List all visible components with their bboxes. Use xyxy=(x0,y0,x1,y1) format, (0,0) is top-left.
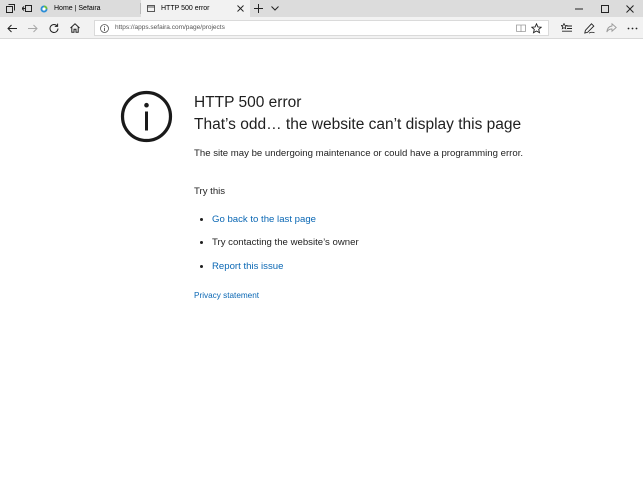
suggestion-item: Go back to the last page xyxy=(200,214,316,225)
maximize-button[interactable] xyxy=(592,0,618,17)
share-icon xyxy=(605,23,617,33)
navigation-bar: https://apps.sefaira.com/page/projects xyxy=(0,17,643,39)
bullet xyxy=(200,265,203,268)
pen-icon xyxy=(583,22,595,34)
minimize-icon xyxy=(575,8,583,9)
tab-sets-icon xyxy=(5,4,15,13)
try-this-label: Try this xyxy=(194,186,226,197)
back-arrow-icon xyxy=(7,24,17,32)
tab-title: HTTP 500 error xyxy=(161,5,210,12)
star-icon[interactable] xyxy=(531,23,542,34)
close-icon xyxy=(626,4,634,13)
more-icon xyxy=(627,27,637,29)
share-button[interactable] xyxy=(602,20,620,36)
home-button[interactable] xyxy=(67,20,83,36)
tab-preview-button[interactable] xyxy=(268,0,282,17)
forward-arrow-icon xyxy=(28,24,38,32)
tab-http-500-error[interactable]: HTTP 500 error xyxy=(141,0,250,17)
close-icon xyxy=(237,5,244,12)
info-circle-icon xyxy=(120,90,173,143)
reading-view-icon[interactable] xyxy=(516,24,526,33)
error-title: That’s odd… the website can’t display th… xyxy=(194,116,522,133)
error-description: The site may be undergoing maintenance o… xyxy=(194,148,524,159)
site-favicon xyxy=(40,5,48,12)
bullet xyxy=(200,218,203,221)
plus-icon xyxy=(254,4,263,13)
close-window-button[interactable] xyxy=(617,0,643,17)
privacy-statement-link[interactable]: Privacy statement xyxy=(194,291,259,300)
go-back-link[interactable]: Go back to the last page xyxy=(212,214,316,225)
new-tab-button[interactable] xyxy=(251,0,266,17)
address-bar[interactable]: https://apps.sefaira.com/page/projects xyxy=(94,20,549,36)
tab-home-sefaira[interactable]: Home | Sefaira xyxy=(36,0,140,17)
close-tab-button[interactable] xyxy=(236,4,245,13)
url-text[interactable]: https://apps.sefaira.com/page/projects xyxy=(115,24,225,31)
bullet xyxy=(200,241,203,244)
forward-button[interactable] xyxy=(25,20,41,36)
refresh-button[interactable] xyxy=(46,20,62,36)
chevron-down-icon xyxy=(271,6,279,11)
error-page: HTTP 500 error That’s odd… the website c… xyxy=(0,40,643,499)
more-button[interactable] xyxy=(623,20,641,36)
minimize-button[interactable] xyxy=(566,0,592,17)
set-aside-tabs-button[interactable] xyxy=(19,0,35,17)
refresh-icon xyxy=(49,23,59,33)
home-icon xyxy=(70,23,80,33)
suggestion-item: Try contacting the website’s owner xyxy=(200,237,359,248)
back-button[interactable] xyxy=(4,20,20,36)
page-icon xyxy=(147,5,155,12)
maximize-icon xyxy=(601,4,609,13)
error-code: HTTP 500 error xyxy=(194,94,302,111)
tab-bar: Home | Sefaira HTTP 500 error xyxy=(0,0,643,17)
favorites-hub-icon xyxy=(560,23,572,32)
site-info-icon[interactable] xyxy=(100,24,109,33)
notes-button[interactable] xyxy=(580,20,598,36)
tab-title: Home | Sefaira xyxy=(54,5,101,12)
report-issue-link[interactable]: Report this issue xyxy=(212,261,283,272)
set-aside-tabs-icon xyxy=(22,5,32,12)
tab-sets-button[interactable] xyxy=(2,0,18,17)
suggestion-item: Report this issue xyxy=(200,261,283,272)
contact-owner-text: Try contacting the website’s owner xyxy=(212,237,359,248)
favorites-hub-button[interactable] xyxy=(557,20,575,36)
